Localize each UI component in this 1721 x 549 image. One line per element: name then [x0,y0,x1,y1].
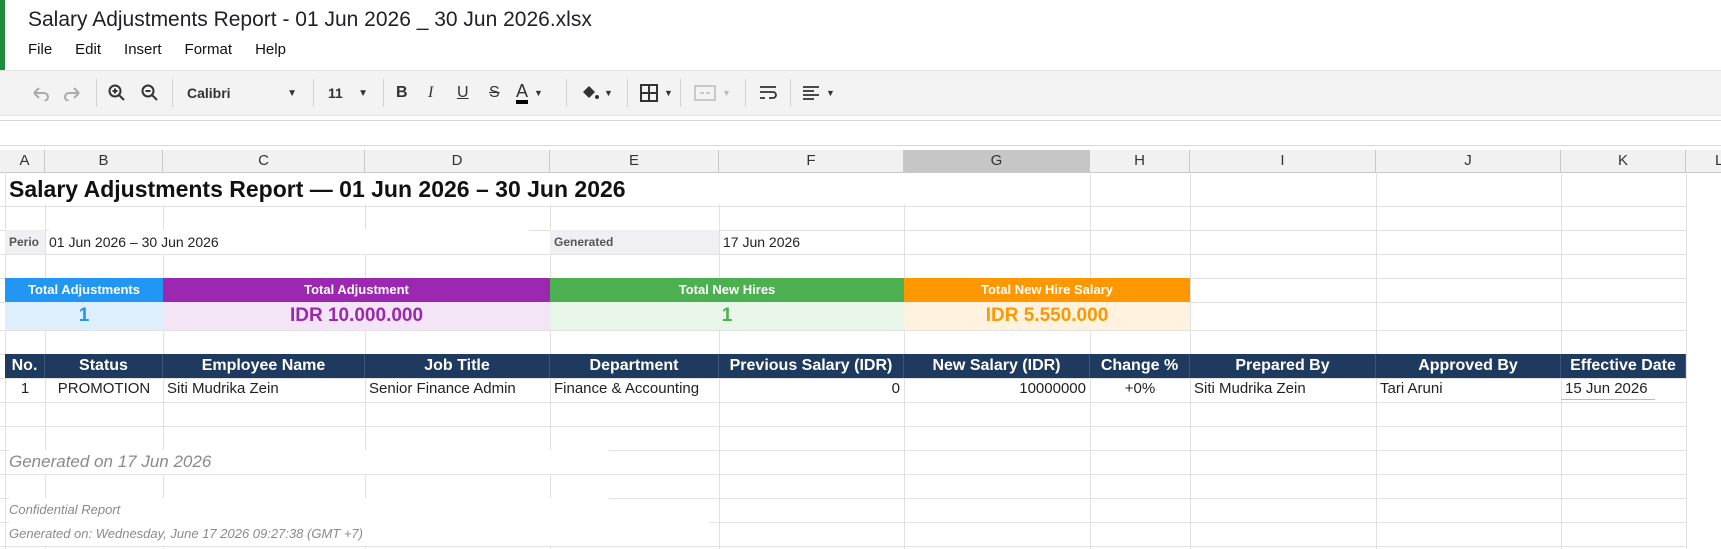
chevron-down-icon: ▼ [358,87,368,99]
card-total-adjustment-value[interactable]: IDR 10.000.000 [163,302,550,330]
column-header[interactable]: E [550,150,719,172]
card-total-adjustments-label: Total Adjustments [5,278,163,302]
generated-note: Generated on 17 Jun 2026 [9,450,609,474]
table-header-cell: New Salary (IDR) [904,354,1090,378]
table-cell-no[interactable]: 1 [5,378,45,400]
menu-format[interactable]: Format [185,41,233,58]
font-name-select[interactable]: Calibri ▼ [187,71,297,115]
confidential-note: Confidential Report [9,498,609,522]
align-icon[interactable]: ▼ [802,71,835,115]
menu-edit[interactable]: Edit [75,41,101,58]
merge-cells-icon[interactable]: ▼ [694,71,731,115]
font-name-value: Calibri [187,85,231,101]
table-cell-change-percent[interactable]: +0% [1090,378,1190,400]
table-cell-prepared-by[interactable]: Siti Mudrika Zein [1190,378,1376,400]
fill-color-icon[interactable]: ▼ [580,71,613,115]
table-header-cell: Status [45,354,163,378]
zoom-in-icon[interactable] [108,71,126,115]
card-total-adjustment-label: Total Adjustment [163,278,550,302]
table-header-cell: Change % [1090,354,1190,378]
generated-on-note: Generated on: Wednesday, June 17 2026 09… [9,522,709,546]
wrap-text-icon[interactable] [758,71,778,115]
table-header-cell: Prepared By [1190,354,1376,378]
column-header-selected[interactable]: G [904,150,1090,172]
table-cell-job-title[interactable]: Senior Finance Admin [365,378,550,400]
report-title: Salary Adjustments Report — 01 Jun 2026 … [9,174,909,204]
table-cell-new-salary[interactable]: 10000000 [904,378,1090,400]
column-header[interactable]: L [1686,150,1721,172]
menu-bar: File Edit Insert Format Help [28,41,309,58]
table-header-cell: Effective Date [1561,354,1686,378]
redo-icon[interactable] [63,71,83,115]
card-total-new-hires-value[interactable]: 1 [550,302,904,330]
table-header-cell: Employee Name [163,354,365,378]
strikethrough-icon[interactable]: S [489,71,500,115]
column-header[interactable]: A [5,150,45,172]
generated-value[interactable]: 17 Jun 2026 [723,230,903,254]
column-header[interactable]: B [45,150,163,172]
card-total-new-hires-label: Total New Hires [550,278,904,302]
column-header[interactable]: H [1090,150,1190,172]
font-size-select[interactable]: 11 ▼ [328,71,368,115]
chevron-down-icon: ▼ [287,87,297,99]
menu-file[interactable]: File [28,41,52,58]
column-header[interactable]: I [1190,150,1376,172]
document-title: Salary Adjustments Report - 01 Jun 2026 … [28,8,592,31]
menu-help[interactable]: Help [255,41,286,58]
column-header[interactable]: D [365,150,550,172]
table-cell-previous-salary[interactable]: 0 [719,378,904,400]
column-header[interactable]: J [1376,150,1561,172]
table-header-cell: Job Title [365,354,550,378]
table-header-cell: Department [550,354,719,378]
table-cell-effective-date[interactable]: 15 Jun 2026 [1561,378,1655,400]
table-header-cell: No. [5,354,45,378]
table-cell-approved-by[interactable]: Tari Aruni [1376,378,1561,400]
card-total-adjustments-value[interactable]: 1 [5,302,163,330]
column-headers: A B C D E F G H I J K L [0,150,1721,173]
column-header[interactable]: K [1561,150,1686,172]
card-total-new-hire-salary-label: Total New Hire Salary [904,278,1190,302]
bold-icon[interactable]: B [396,71,408,115]
generated-label: Generated [550,230,719,254]
table-cell-status[interactable]: PROMOTION [45,378,163,400]
column-header[interactable]: F [719,150,904,172]
app-accent-bar [0,0,5,70]
text-color-icon[interactable]: A ▼ [516,71,543,115]
undo-icon[interactable] [30,71,50,115]
period-label: Perio [5,230,45,254]
toolbar: Calibri ▼ 11 ▼ B I U S A ▼ ▼ ▼ ▼ ▼ [0,70,1721,116]
underline-icon[interactable]: U [457,71,469,115]
card-total-new-hire-salary-value[interactable]: IDR 5.550.000 [904,302,1190,330]
menu-insert[interactable]: Insert [124,41,162,58]
period-value[interactable]: 01 Jun 2026 – 30 Jun 2026 [49,230,529,254]
font-size-value: 11 [328,85,343,101]
italic-icon[interactable]: I [428,71,433,115]
zoom-out-icon[interactable] [141,71,159,115]
sheet-grid: Salary Adjustments Report — 01 Jun 2026 … [0,172,1721,549]
table-cell-department[interactable]: Finance & Accounting [550,378,719,400]
table-cell-employee-name[interactable]: Siti Mudrika Zein [163,378,365,400]
column-header[interactable]: C [163,150,365,172]
table-header-cell: Approved By [1376,354,1561,378]
borders-icon[interactable]: ▼ [640,71,673,115]
table-header-cell: Previous Salary (IDR) [719,354,904,378]
formula-bar[interactable] [0,120,1721,146]
